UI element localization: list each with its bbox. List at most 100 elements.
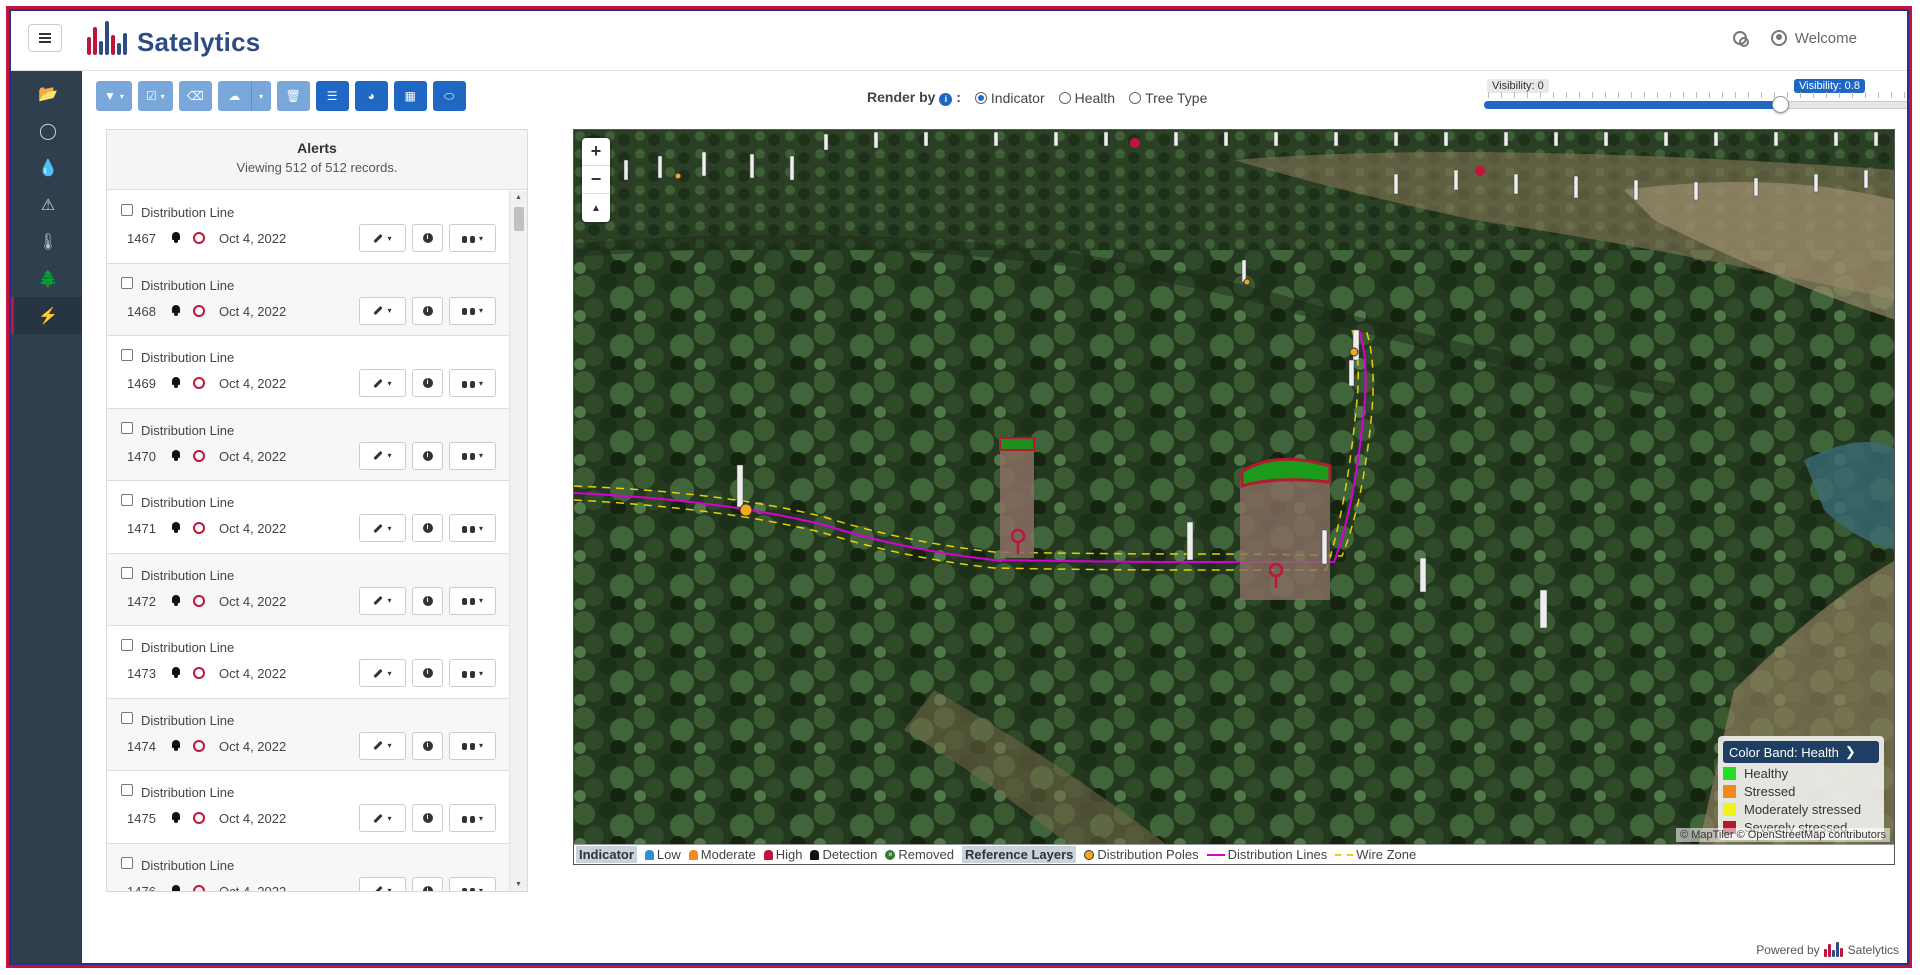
radio-health[interactable]: Health <box>1058 90 1115 106</box>
nav-droplet[interactable]: 💧 <box>11 149 82 186</box>
alert-row[interactable]: Distribution Line 1472 Oct 4, 2022 ▾ i ▾ <box>107 553 509 626</box>
info-button[interactable]: i <box>412 804 443 832</box>
info-button[interactable]: i <box>412 514 443 542</box>
zoom-in-button[interactable]: + <box>582 138 610 166</box>
pencil-icon <box>373 813 384 823</box>
locate-dropdown-button[interactable]: ▾ <box>449 804 496 832</box>
eraser-button[interactable]: ⌫ <box>178 81 212 111</box>
chevron-down-icon: ▾ <box>478 306 483 315</box>
info-button[interactable]: i <box>412 296 443 325</box>
locate-dropdown-button[interactable]: ▾ <box>449 296 496 325</box>
zoom-out-button[interactable]: − <box>582 166 610 194</box>
locate-dropdown-button[interactable]: ▾ <box>449 876 496 891</box>
bell-icon <box>810 849 820 860</box>
locate-dropdown-button[interactable]: ▾ <box>449 659 496 687</box>
settings-gears-icon[interactable] <box>1731 29 1749 47</box>
alert-row[interactable]: Distribution Line 1469 Oct 4, 2022 ▾ i ▾ <box>107 336 509 409</box>
alert-row[interactable]: Distribution Line 1468 Oct 4, 2022 ▾ i ▾ <box>107 263 509 336</box>
compass-reset-button[interactable]: ▲ <box>582 194 610 222</box>
alert-checkbox[interactable] <box>121 639 133 651</box>
chevron-down-icon: ▾ <box>478 886 483 891</box>
alert-checkbox[interactable] <box>121 566 133 579</box>
edit-dropdown-button[interactable]: ▾ <box>359 369 406 397</box>
info-button[interactable]: i <box>412 441 443 470</box>
line-icon <box>1206 853 1225 856</box>
toggle-view-button[interactable]: ⬭ <box>432 81 466 111</box>
pencil-icon <box>373 668 384 678</box>
alert-row[interactable]: Distribution Line 1474 Oct 4, 2022 ▾ i ▾ <box>107 698 509 771</box>
alert-checkbox[interactable] <box>121 421 133 434</box>
locate-dropdown-button[interactable]: ▾ <box>449 731 496 760</box>
radio-tree-type[interactable]: Tree Type <box>1129 90 1207 106</box>
edit-dropdown-button[interactable]: ▾ <box>359 804 406 832</box>
nav-thermometer[interactable]: 🌡 <box>11 223 82 260</box>
info-button[interactable]: i <box>412 876 443 891</box>
edit-dropdown-button[interactable]: ▾ <box>359 586 406 615</box>
brand-logo[interactable]: Satelytics <box>85 21 260 63</box>
alert-checkbox[interactable] <box>121 349 133 361</box>
scroll-up-icon[interactable]: ▲ <box>515 194 522 201</box>
info-button[interactable]: i <box>412 586 443 615</box>
alerts-scrollbar[interactable]: ▲ ▼ <box>509 191 527 891</box>
visibility-slider[interactable]: Visibility: 0 Visibility: 0.8 <box>1484 77 1907 117</box>
locate-dropdown-button[interactable]: ▾ <box>449 441 496 470</box>
edit-dropdown-button[interactable]: ▾ <box>359 876 406 891</box>
alert-checkbox[interactable] <box>121 204 133 216</box>
radio-button[interactable] <box>974 91 987 104</box>
nav-warning[interactable]: ⚠ <box>11 186 82 223</box>
info-button[interactable]: i <box>412 731 443 760</box>
nav-folder[interactable]: 📂 <box>11 75 82 112</box>
menu-toggle-button[interactable] <box>28 24 62 52</box>
color-band-dropdown[interactable]: Color Band: Health ❯ <box>1723 741 1879 763</box>
locate-dropdown-button[interactable]: ▾ <box>449 369 496 397</box>
map-view-button[interactable]: ▦ <box>393 81 427 111</box>
alert-row[interactable]: Distribution Line 1471 Oct 4, 2022 ▾ i ▾ <box>107 481 509 554</box>
radio-button[interactable] <box>1058 91 1071 104</box>
scroll-down-icon[interactable]: ▼ <box>515 881 522 888</box>
tree-icon: 🌲 <box>38 270 58 288</box>
map-view[interactable]: + − ▲ Color Band: Health ❯ Healthy Stress… <box>573 129 1895 865</box>
nav-tree[interactable]: 🌲 <box>11 260 82 297</box>
edit-dropdown-button[interactable]: ▾ <box>359 296 406 325</box>
alert-checkbox[interactable] <box>121 784 133 796</box>
user-menu[interactable]: Welcome <box>1770 30 1857 47</box>
list-view-button[interactable]: ☰ <box>315 81 349 111</box>
radio-indicator[interactable]: Indicator <box>974 90 1045 106</box>
locate-dropdown-button[interactable]: ▾ <box>449 586 496 615</box>
cloud-upload-dropdown[interactable]: ▾ <box>250 81 271 111</box>
select-button[interactable]: ☑ ▾ <box>137 81 173 111</box>
edit-dropdown-button[interactable]: ▾ <box>359 514 406 542</box>
alert-id: 1469 <box>127 376 156 391</box>
edit-dropdown-button[interactable]: ▾ <box>359 731 406 760</box>
edit-dropdown-button[interactable]: ▾ <box>359 224 406 252</box>
alert-checkbox[interactable] <box>121 276 133 289</box>
status-ring-icon <box>193 449 205 462</box>
radio-button[interactable] <box>1129 91 1142 104</box>
delete-button[interactable]: 🗑 <box>276 81 310 111</box>
alert-row[interactable]: Distribution Line 1470 Oct 4, 2022 ▾ i ▾ <box>107 408 509 481</box>
filter-button[interactable]: ▼ ▾ <box>96 81 132 111</box>
alert-row[interactable]: Distribution Line 1475 Oct 4, 2022 ▾ i ▾ <box>107 771 509 844</box>
info-button[interactable]: i <box>412 659 443 687</box>
alert-checkbox[interactable] <box>121 856 133 869</box>
nav-bolt[interactable]: ⚡ <box>11 297 82 334</box>
alert-row[interactable]: Distribution Line 1476 Oct 4, 2022 ▾ i ▾ <box>107 843 509 891</box>
alert-checkbox[interactable] <box>121 711 133 724</box>
locate-dropdown-button[interactable]: ▾ <box>449 514 496 542</box>
status-ring-icon <box>193 667 205 679</box>
alert-row[interactable]: Distribution Line 1473 Oct 4, 2022 ▾ i ▾ <box>107 626 509 699</box>
scroll-thumb[interactable] <box>514 207 524 231</box>
info-icon[interactable]: i <box>939 93 953 106</box>
alert-checkbox[interactable] <box>121 494 133 506</box>
edit-dropdown-button[interactable]: ▾ <box>359 659 406 687</box>
alert-row[interactable]: Distribution Line 1467 Oct 4, 2022 ▾ i ▾ <box>107 191 509 264</box>
locate-dropdown-button[interactable]: ▾ <box>449 224 496 252</box>
nav-lasso[interactable]: ◯ <box>11 112 82 149</box>
alert-type: Distribution Line <box>141 205 235 220</box>
cloud-upload-button[interactable]: ☁ <box>217 81 251 111</box>
slider-handle[interactable] <box>1772 96 1789 113</box>
info-button[interactable]: i <box>412 369 443 397</box>
info-button[interactable]: i <box>412 224 443 252</box>
dashboard-button[interactable]: ◕ <box>354 81 388 111</box>
edit-dropdown-button[interactable]: ▾ <box>359 441 406 470</box>
